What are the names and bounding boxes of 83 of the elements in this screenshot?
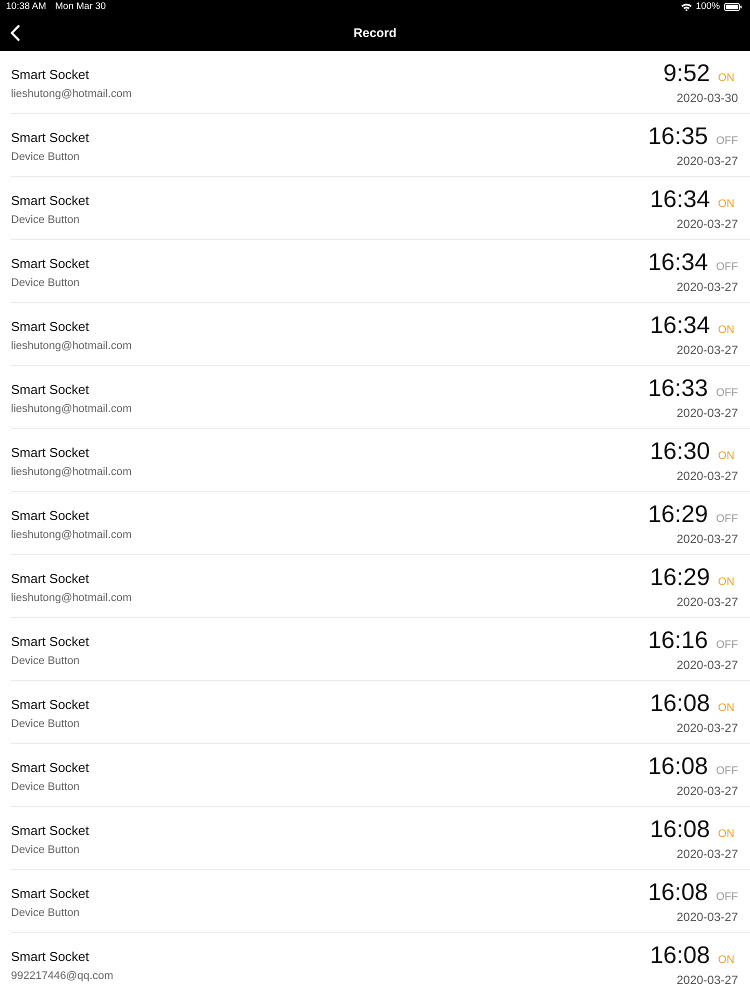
record-source: lieshutong@hotmail.com xyxy=(11,466,132,479)
record-source: lieshutong@hotmail.com xyxy=(11,88,132,101)
record-time: 16:08 xyxy=(648,880,708,906)
status-date: Mon Mar 30 xyxy=(55,1,106,13)
record-source: lieshutong@hotmail.com xyxy=(11,592,132,605)
record-date: 2020-03-27 xyxy=(676,279,738,295)
battery-icon xyxy=(724,3,742,11)
device-name: Smart Socket xyxy=(11,319,90,334)
record-source: lieshutong@hotmail.com xyxy=(11,529,132,542)
switch-state: ON xyxy=(718,828,736,841)
record-date: 2020-03-27 xyxy=(676,405,738,421)
switch-state: ON xyxy=(718,198,736,211)
record-time: 16:16 xyxy=(648,628,708,654)
record-time: 16:29 xyxy=(648,502,708,528)
device-name: Smart Socket xyxy=(11,445,90,460)
switch-state: OFF xyxy=(716,639,738,652)
device-name: Smart Socket xyxy=(11,823,90,838)
device-name: Smart Socket xyxy=(11,949,90,964)
record-source: Device Button xyxy=(11,277,80,290)
switch-state: OFF xyxy=(716,387,738,400)
record-time: 16:08 xyxy=(648,754,708,780)
record-date: 2020-03-27 xyxy=(676,594,738,610)
battery-percent: 100% xyxy=(696,1,720,13)
record-date: 2020-03-27 xyxy=(676,846,738,862)
device-name: Smart Socket xyxy=(11,571,90,586)
record-source: 992217446@qq.com xyxy=(11,970,114,983)
record-date: 2020-03-27 xyxy=(676,783,738,799)
status-time: 10:38 AM xyxy=(6,1,46,13)
device-name: Smart Socket xyxy=(11,508,90,523)
record-time: 16:34 xyxy=(650,313,710,339)
record-date: 2020-03-27 xyxy=(676,720,738,736)
record-time: 16:34 xyxy=(650,187,710,213)
switch-state: OFF xyxy=(716,135,738,148)
record-source: Device Button xyxy=(11,844,80,857)
record-date: 2020-03-27 xyxy=(676,468,738,484)
record-source: Device Button xyxy=(11,718,80,731)
switch-state: ON xyxy=(718,576,736,589)
device-name: Smart Socket xyxy=(11,130,90,145)
record-source: lieshutong@hotmail.com xyxy=(11,403,132,416)
record-source: Device Button xyxy=(11,655,80,668)
record-source: Device Button xyxy=(11,151,80,164)
switch-state: OFF xyxy=(716,513,738,526)
device-name: Smart Socket xyxy=(11,886,90,901)
device-name: Smart Socket xyxy=(11,256,90,271)
record-date: 2020-03-27 xyxy=(676,342,738,358)
record-time: 9:52 xyxy=(663,61,710,87)
record-time: 16:29 xyxy=(650,565,710,591)
switch-state: ON xyxy=(718,954,736,967)
switch-state: ON xyxy=(718,450,736,463)
record-date: 2020-03-27 xyxy=(676,657,738,673)
record-date: 2020-03-30 xyxy=(676,90,738,106)
record-date: 2020-03-27 xyxy=(676,216,738,232)
switch-state: ON xyxy=(718,324,736,337)
record-source: lieshutong@hotmail.com xyxy=(11,340,132,353)
device-name: Smart Socket xyxy=(11,634,90,649)
switch-state: OFF xyxy=(716,891,738,904)
record-date: 2020-03-27 xyxy=(676,972,738,988)
record-date: 2020-03-27 xyxy=(676,909,738,925)
record-time: 16:08 xyxy=(650,691,710,717)
record-time: 16:08 xyxy=(650,817,710,843)
device-name: Smart Socket xyxy=(11,760,90,775)
switch-state: OFF xyxy=(716,261,738,274)
device-name: Smart Socket xyxy=(11,67,90,82)
wifi-icon xyxy=(680,3,692,11)
record-time: 16:35 xyxy=(648,124,708,150)
back-chevron-icon xyxy=(10,24,20,40)
record-date: 2020-03-27 xyxy=(676,153,738,169)
record-source: Device Button xyxy=(11,781,80,794)
record-time: 16:33 xyxy=(648,376,708,402)
record-date: 2020-03-27 xyxy=(676,531,738,547)
back-button[interactable] xyxy=(9,24,21,42)
switch-state: ON xyxy=(718,72,736,85)
record-source: Device Button xyxy=(11,214,80,227)
device-name: Smart Socket xyxy=(11,193,90,208)
record-time: 16:30 xyxy=(650,439,710,465)
switch-state: ON xyxy=(718,702,736,715)
device-name: Smart Socket xyxy=(11,697,90,712)
record-time: 16:34 xyxy=(648,250,708,276)
record-source: Device Button xyxy=(11,907,80,920)
device-name: Smart Socket xyxy=(11,382,90,397)
page-title: Record xyxy=(353,26,397,40)
switch-state: OFF xyxy=(716,765,738,778)
record-time: 16:08 xyxy=(650,943,710,969)
